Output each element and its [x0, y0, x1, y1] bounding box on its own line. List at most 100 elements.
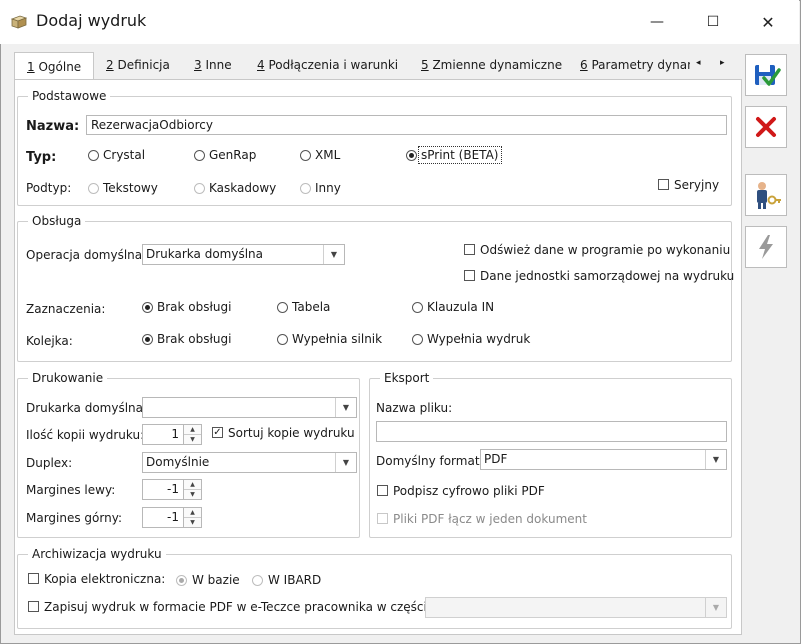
minimize-button[interactable]: —	[634, 0, 680, 44]
operacja-label: Operacja domyślna:	[26, 248, 147, 262]
kopia-label: Kopia elektroniczna:	[44, 572, 166, 586]
group-title: Archiwizacja wydruku	[28, 547, 166, 561]
zaznaczenia-tabela-label: Tabela	[292, 300, 331, 314]
podtyp-inny-radio[interactable]	[300, 183, 311, 194]
maximize-icon: ☐	[706, 14, 720, 30]
kolejka-silnik-radio[interactable]	[277, 334, 288, 345]
group-title: Eksport	[380, 371, 434, 385]
spin-up-icon[interactable]: ▲	[184, 425, 201, 435]
tab-zmienne[interactable]: 5 Zmienne dynamiczne	[421, 58, 562, 80]
typ-xml-label: XML	[315, 148, 341, 162]
duplex-label: Duplex:	[26, 456, 73, 470]
spin-down-icon[interactable]: ▼	[184, 435, 201, 444]
tab-panel-ogolne: Podstawowe Nazwa: RezerwacjaOdbiorcy Typ…	[14, 79, 742, 635]
run-button[interactable]	[745, 226, 787, 268]
group-title: Obsługa	[28, 214, 86, 228]
kopia-checkbox[interactable]	[28, 573, 39, 584]
kopie-value[interactable]: 1	[142, 424, 184, 445]
zaznaczenia-klauzula-radio[interactable]	[412, 302, 423, 313]
podtyp-kaskadowy-label: Kaskadowy	[209, 181, 277, 195]
typ-crystal-radio[interactable]	[88, 150, 99, 161]
kolejka-brak-label: Brak obsługi	[157, 332, 232, 346]
save-icon	[755, 65, 781, 86]
margin-left-stepper[interactable]: -1 ▲ ▼	[142, 479, 202, 500]
laczenie-checkbox[interactable]	[377, 513, 388, 524]
odswiez-checkbox[interactable]	[464, 244, 475, 255]
tab-parametry[interactable]: 6 Parametry dynan	[580, 58, 690, 80]
zaznaczenia-brak-radio[interactable]	[142, 302, 153, 313]
typ-crystal-label: Crystal	[103, 148, 146, 162]
chevron-down-icon: ▼	[335, 453, 356, 472]
tab-scroll-right-icon[interactable]: ▸	[720, 58, 725, 80]
minimize-icon: —	[650, 14, 664, 30]
chevron-down-icon: ▼	[335, 398, 356, 417]
seryjny-checkbox[interactable]	[658, 179, 669, 190]
kolejka-wydruk-radio[interactable]	[412, 334, 423, 345]
kolejka-brak-radio[interactable]	[142, 334, 153, 345]
app-icon	[10, 13, 28, 29]
seryjny-label: Seryjny	[674, 178, 720, 192]
typ-genrap-radio[interactable]	[194, 150, 205, 161]
tab-inne[interactable]: 3 Inne	[194, 58, 232, 80]
kolejka-silnik-label: Wypełnia silnik	[292, 332, 383, 346]
dane-jst-label: Dane jednostki samorządowej na wydruku	[480, 269, 735, 283]
format-select[interactable]: PDF ▼	[480, 449, 727, 470]
kolejka-wydruk-label: Wypełnia wydruk	[427, 332, 531, 346]
spin-up-icon[interactable]: ▲	[184, 480, 201, 490]
typ-sprint-radio[interactable]	[406, 150, 417, 161]
podpisz-checkbox[interactable]	[377, 485, 388, 496]
cancel-button[interactable]	[745, 106, 787, 148]
margin-top-value[interactable]: -1	[142, 507, 184, 528]
group-title: Drukowanie	[28, 371, 108, 385]
operacja-select[interactable]: Drukarka domyślna ▼	[142, 244, 345, 265]
permissions-button[interactable]	[745, 174, 787, 216]
podtyp-tekstowy-radio[interactable]	[88, 183, 99, 194]
zapisuj-select[interactable]: ▼	[425, 597, 727, 618]
w-bazie-label: W bazie	[192, 573, 240, 587]
zaznaczenia-tabela-radio[interactable]	[277, 302, 288, 313]
podtyp-kaskadowy-radio[interactable]	[194, 183, 205, 194]
tab-ogolne[interactable]: 1 Ogólne	[14, 52, 95, 81]
sortuj-checkbox[interactable]: ✓	[212, 427, 223, 438]
duplex-select[interactable]: Domyślnie ▼	[142, 452, 357, 473]
dane-jst-checkbox[interactable]	[464, 270, 475, 281]
odswiez-label: Odśwież dane w programie po wykonaniu	[480, 243, 731, 257]
group-obsluga: Obsługa Operacja domyślna: Drukarka domy…	[17, 214, 735, 362]
zapisuj-checkbox[interactable]	[28, 601, 39, 612]
nazwa-label: Nazwa:	[26, 119, 80, 134]
spin-up-icon[interactable]: ▲	[184, 508, 201, 518]
margin-top-label: Margines górny:	[26, 511, 122, 525]
margin-left-value[interactable]: -1	[142, 479, 184, 500]
tab-podlaczenia[interactable]: 4 Podłączenia i warunki	[257, 58, 398, 80]
maximize-button[interactable]: ☐	[690, 0, 736, 44]
podtyp-tekstowy-label: Tekstowy	[103, 181, 158, 195]
tab-scroll-left-icon[interactable]: ◂	[696, 58, 701, 80]
zaznaczenia-klauzula-label: Klauzula IN	[427, 300, 495, 314]
nazwa-pliku-input[interactable]	[376, 421, 727, 442]
zapisuj-label: Zapisuj wydruk w formacie PDF w e-Teczce…	[44, 600, 427, 614]
w-bazie-radio[interactable]	[176, 575, 187, 586]
save-button[interactable]	[745, 54, 787, 96]
nazwa-input[interactable]: RezerwacjaOdbiorcy	[86, 115, 727, 135]
user-key-icon	[757, 182, 781, 209]
drukarka-select[interactable]: ▼	[142, 397, 357, 418]
chevron-down-icon: ▼	[323, 245, 344, 264]
podtyp-label: Podtyp:	[26, 181, 72, 195]
kopie-stepper[interactable]: 1 ▲ ▼	[142, 424, 202, 445]
margin-top-stepper[interactable]: -1 ▲ ▼	[142, 507, 202, 528]
lightning-icon	[759, 235, 773, 259]
typ-sprint-label: sPrint (BETA)	[421, 148, 499, 162]
group-archiwizacja: Archiwizacja wydruku Kopia elektroniczna…	[17, 547, 732, 629]
tab-strip: 1 Ogólne 2 Definicja 3 Inne 4 Podłączeni…	[14, 52, 742, 81]
close-button[interactable]: ✕	[745, 0, 791, 44]
spin-down-icon[interactable]: ▼	[184, 518, 201, 527]
drukarka-label: Drukarka domyślna:	[26, 401, 148, 415]
laczenie-label: Pliki PDF łącz w jeden dokument	[393, 512, 587, 526]
tab-definicja[interactable]: 2 Definicja	[106, 58, 170, 80]
sortuj-label: Sortuj kopie wydruku	[228, 426, 355, 440]
typ-xml-radio[interactable]	[300, 150, 311, 161]
close-icon	[756, 117, 776, 137]
spin-down-icon[interactable]: ▼	[184, 490, 201, 499]
w-ibard-radio[interactable]	[252, 575, 263, 586]
group-eksport: Eksport Nazwa pliku: Domyślny format: PD…	[369, 371, 732, 538]
